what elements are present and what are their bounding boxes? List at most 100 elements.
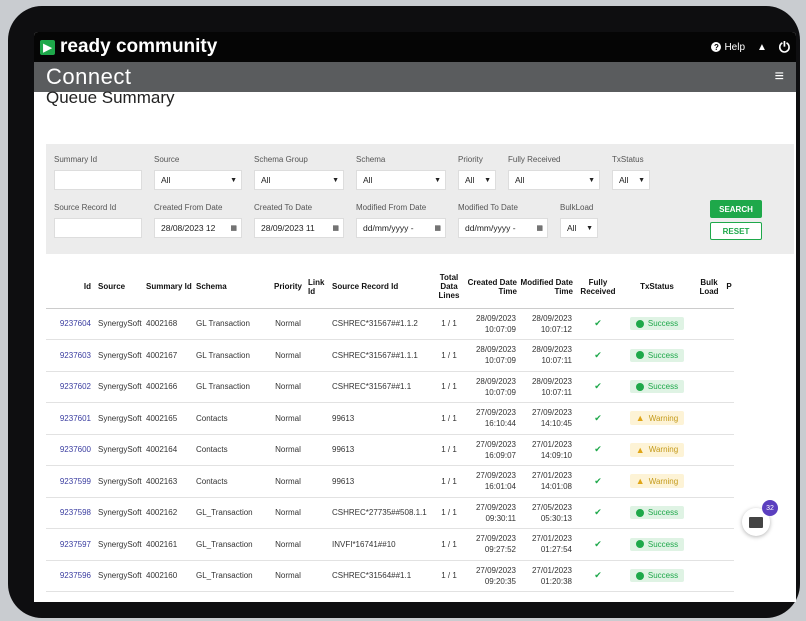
status-label: Success: [647, 350, 679, 360]
row-id-link[interactable]: 9237601: [46, 402, 94, 435]
schema-group-select[interactable]: All ▼: [254, 170, 344, 190]
power-icon[interactable]: ⏻: [779, 39, 790, 56]
row-extra: [724, 308, 734, 340]
row-link-id: [308, 560, 328, 592]
row-id-link[interactable]: 9237598: [46, 497, 94, 529]
row-source: SynergySoft: [94, 402, 146, 435]
row-created: 27/09/2023 16:10:44: [466, 402, 520, 435]
col-header-created[interactable]: Created Date Time: [466, 266, 520, 309]
fully-received-select[interactable]: All ▼: [508, 170, 600, 190]
search-button[interactable]: SEARCH: [710, 200, 762, 218]
row-total-lines: 1 / 1: [432, 434, 466, 466]
calendar-icon[interactable]: ▦: [332, 224, 339, 232]
table-row[interactable]: 9237600 SynergySoft 4002164 Contacts Normal 9…: [46, 434, 734, 466]
status-badge[interactable]: Success: [629, 317, 685, 331]
select-value: All: [567, 223, 577, 233]
row-source: SynergySoft: [94, 434, 146, 466]
modified-from-date-input[interactable]: dd/mm/yyyy - ▦: [356, 218, 446, 238]
row-created: 27/09/2023 16:01:04: [466, 465, 520, 498]
row-id-link[interactable]: 9237600: [46, 434, 94, 466]
status-badge[interactable]: Success: [629, 506, 685, 520]
table-row[interactable]: 9237602 SynergySoft 4002166 GL Transaction N…: [46, 371, 734, 403]
col-header-summary-id[interactable]: Summary Id: [146, 266, 196, 309]
created-to-date-input[interactable]: 28/09/2023 11 ▦: [254, 218, 344, 238]
col-header-modified[interactable]: Modified Date Time: [520, 266, 576, 309]
bell-icon[interactable]: ▲: [757, 42, 767, 53]
calendar-icon[interactable]: ▦: [434, 224, 441, 232]
select-value: All: [363, 175, 373, 185]
status-badge[interactable]: Success: [629, 537, 685, 551]
row-id-link[interactable]: 9237603: [46, 339, 94, 372]
row-id-link[interactable]: 9237597: [46, 528, 94, 561]
col-header-priority[interactable]: Priority: [268, 266, 308, 309]
col-header-total-data-lines[interactable]: Total Data Lines: [432, 266, 466, 309]
row-txstatus: Success: [620, 528, 694, 561]
created-from-date-input[interactable]: 28/08/2023 12 ▦: [154, 218, 242, 238]
row-schema: GL Transaction: [196, 308, 268, 340]
table-row[interactable]: 9237596 SynergySoft 4002160 GL_Transaction N…: [46, 560, 734, 592]
source-record-id-input[interactable]: [54, 218, 142, 238]
schema-select[interactable]: All ▼: [356, 170, 446, 190]
success-icon: [635, 540, 644, 549]
status-badge[interactable]: Success: [629, 569, 685, 583]
chat-button[interactable]: 32: [742, 500, 778, 536]
help-link[interactable]: ? Help: [711, 42, 745, 53]
modified-date: 28/09/2023: [531, 313, 572, 323]
calendar-icon[interactable]: ▦: [536, 224, 543, 232]
reset-button[interactable]: RESET: [710, 222, 762, 240]
status-badge[interactable]: Success: [629, 380, 685, 394]
row-id-link[interactable]: 9237596: [46, 560, 94, 592]
modified-date: 28/09/2023: [531, 345, 572, 355]
status-badge[interactable]: ▲ Warning: [629, 411, 685, 426]
status-badge[interactable]: ▲ Warning: [629, 442, 685, 457]
txstatus-select[interactable]: All ▼: [612, 170, 650, 190]
modified-date: 27/05/2023: [531, 502, 572, 512]
table-row[interactable]: 9237597 SynergySoft 4002161 GL_Transaction N…: [46, 528, 734, 561]
col-header-txstatus[interactable]: TxStatus: [620, 266, 694, 309]
row-id-link[interactable]: 9237602: [46, 371, 94, 403]
filter-label: TxStatus: [612, 155, 644, 164]
table-row[interactable]: 9237598 SynergySoft 4002162 GL_Transaction N…: [46, 497, 734, 529]
filter-modified-from: Modified From Date dd/mm/yyyy - ▦: [356, 203, 446, 238]
row-link-id: [308, 402, 328, 435]
calendar-icon[interactable]: ▦: [230, 224, 237, 232]
filter-created-from: Created From Date 28/08/2023 12 ▦: [154, 203, 242, 238]
col-header-source[interactable]: Source: [94, 266, 146, 309]
queue-table: Id Source Summary Id Schema Priority Lin…: [46, 266, 734, 592]
row-id-link[interactable]: 9237604: [46, 308, 94, 340]
col-header-source-record-id[interactable]: Source Record Id: [328, 266, 432, 309]
source-select[interactable]: All ▼: [154, 170, 242, 190]
status-badge[interactable]: Success: [629, 348, 685, 362]
menu-icon[interactable]: ≡: [775, 68, 784, 86]
select-value: All: [261, 175, 271, 185]
table-row[interactable]: 9237601 SynergySoft 4002165 Contacts Normal 9…: [46, 402, 734, 435]
modified-to-date-input[interactable]: dd/mm/yyyy - ▦: [458, 218, 548, 238]
row-source: SynergySoft: [94, 339, 146, 372]
table-row[interactable]: 9237599 SynergySoft 4002163 Contacts Normal 9…: [46, 465, 734, 498]
bulkload-select[interactable]: All ▼: [560, 218, 598, 238]
screen: ▶ ready community ? Help ▲ ⏻ Connect ≡ Q…: [34, 32, 796, 602]
brand-logo[interactable]: ▶ ready community: [40, 36, 217, 58]
status-label: Warning: [648, 445, 679, 455]
col-header-extra[interactable]: P: [724, 266, 734, 309]
col-header-id[interactable]: Id: [46, 266, 94, 309]
col-header-fully-received[interactable]: Fully Received: [576, 266, 620, 309]
table-row[interactable]: 9237603 SynergySoft 4002167 GL Transaction N…: [46, 339, 734, 372]
date-value: dd/mm/yyyy -: [465, 223, 516, 233]
summary-id-input[interactable]: [54, 170, 142, 190]
priority-select[interactable]: All ▼: [458, 170, 496, 190]
status-badge[interactable]: ▲ Warning: [629, 474, 685, 489]
col-header-schema[interactable]: Schema: [196, 266, 268, 309]
row-summary-id: 4002166: [146, 371, 196, 403]
select-value: All: [161, 175, 171, 185]
row-id-link[interactable]: 9237599: [46, 465, 94, 498]
row-modified: 27/01/2023 14:09:10: [520, 434, 576, 466]
row-bulk-load: [694, 560, 724, 592]
col-header-bulk-load[interactable]: Bulk Load: [694, 266, 724, 309]
caret-down-icon: ▼: [588, 176, 595, 184]
col-header-link-id[interactable]: Link Id: [308, 266, 328, 309]
row-source: SynergySoft: [94, 371, 146, 403]
success-icon: [635, 319, 644, 328]
table-row[interactable]: 9237604 SynergySoft 4002168 GL Transaction N…: [46, 308, 734, 340]
row-txstatus: Success: [620, 497, 694, 529]
